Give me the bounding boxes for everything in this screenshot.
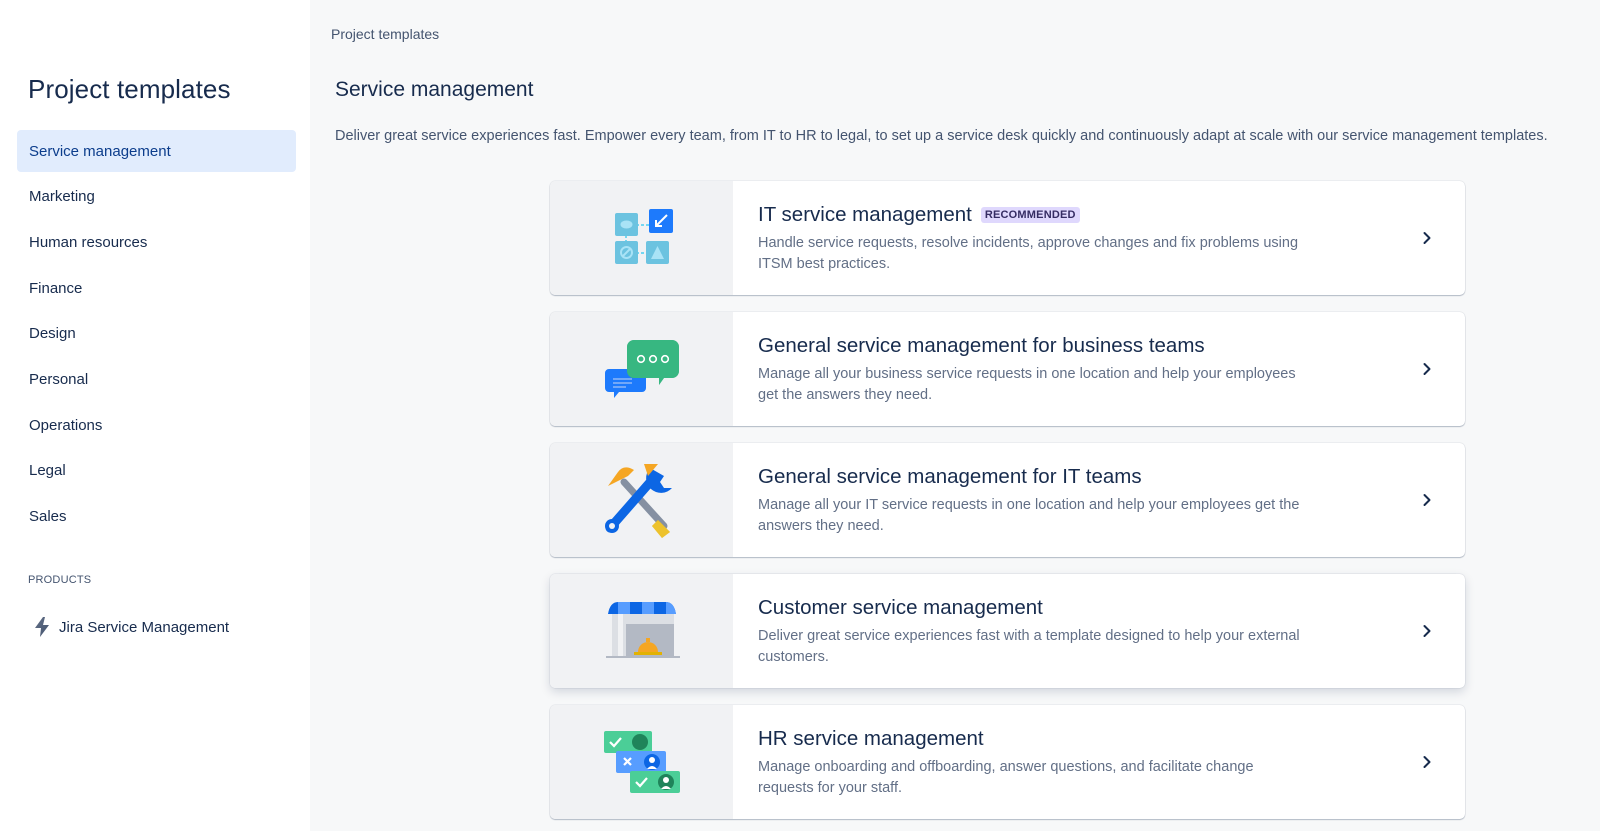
card-description: Manage onboarding and offboarding, answe… [758, 759, 1254, 796]
chevron-right-icon [1423, 625, 1431, 637]
storefront-bell-icon [605, 602, 680, 658]
recommended-badge: RECOMMENDED [980, 207, 1080, 223]
chevron-right-icon [1423, 363, 1431, 375]
chevron-right-icon [1423, 756, 1431, 768]
card-title: Customer service management [758, 596, 1043, 619]
card-thumbnail [550, 181, 733, 295]
card-description: Deliver great service experiences fast w… [758, 628, 1300, 665]
page-description: Deliver great service experiences fast. … [335, 128, 1548, 144]
card-thumbnail [550, 705, 733, 819]
products-section-label: PRODUCTS [28, 574, 92, 586]
chevron-right-icon [1423, 494, 1431, 506]
sidebar-item-service-management[interactable]: Service management [17, 130, 296, 172]
sidebar-title: Project templates [28, 74, 231, 104]
card-description: Manage all your business service request… [758, 366, 1296, 403]
template-card-hr-service-management[interactable]: HR service management Manage onboarding … [550, 705, 1465, 819]
chevron-right-icon [1423, 232, 1431, 244]
hammer-wrench-icon [604, 464, 672, 538]
lightning-bolt-icon [35, 617, 49, 637]
template-card-it-service-management[interactable]: IT service management RECOMMENDED Handle… [550, 181, 1465, 295]
product-jira-service-management[interactable]: Jira Service Management [32, 616, 229, 638]
card-description: Manage all your IT service requests in o… [758, 497, 1300, 534]
chat-bubbles-icon [604, 340, 679, 398]
sidebar-item-human-resources[interactable]: Human resources [17, 221, 296, 263]
sidebar-item-legal[interactable]: Legal [17, 450, 296, 492]
page-title: Service management [335, 78, 534, 101]
template-card-it-teams[interactable]: General service management for IT teams … [550, 443, 1465, 557]
breadcrumb[interactable]: Project templates [331, 26, 439, 42]
card-thumbnail [550, 443, 733, 557]
card-title: General service management for business … [758, 334, 1205, 357]
sidebar-item-finance[interactable]: Finance [17, 267, 296, 309]
product-label: Jira Service Management [59, 618, 230, 636]
card-title: IT service management [758, 203, 972, 226]
template-card-business-teams[interactable]: General service management for business … [550, 312, 1465, 426]
category-nav: Service management Marketing Human resou… [17, 130, 296, 541]
sidebar-item-operations[interactable]: Operations [17, 404, 296, 446]
sidebar-item-sales[interactable]: Sales [17, 496, 296, 538]
card-title: General service management for IT teams [758, 465, 1142, 488]
card-description: Handle service requests, resolve inciden… [758, 235, 1299, 272]
card-title: HR service management [758, 727, 984, 750]
template-card-customer-service-management[interactable]: Customer service management Deliver grea… [550, 574, 1465, 688]
hr-people-icon [603, 731, 680, 793]
card-thumbnail [550, 312, 733, 426]
sidebar-item-design[interactable]: Design [17, 313, 296, 355]
card-thumbnail [550, 574, 733, 688]
sidebar: Project templates Service management Mar… [0, 0, 310, 831]
sidebar-item-marketing[interactable]: Marketing [17, 176, 296, 218]
it-workflow-icon [614, 209, 673, 264]
template-list: IT service management RECOMMENDED Handle… [550, 181, 1465, 831]
sidebar-item-personal[interactable]: Personal [17, 358, 296, 400]
